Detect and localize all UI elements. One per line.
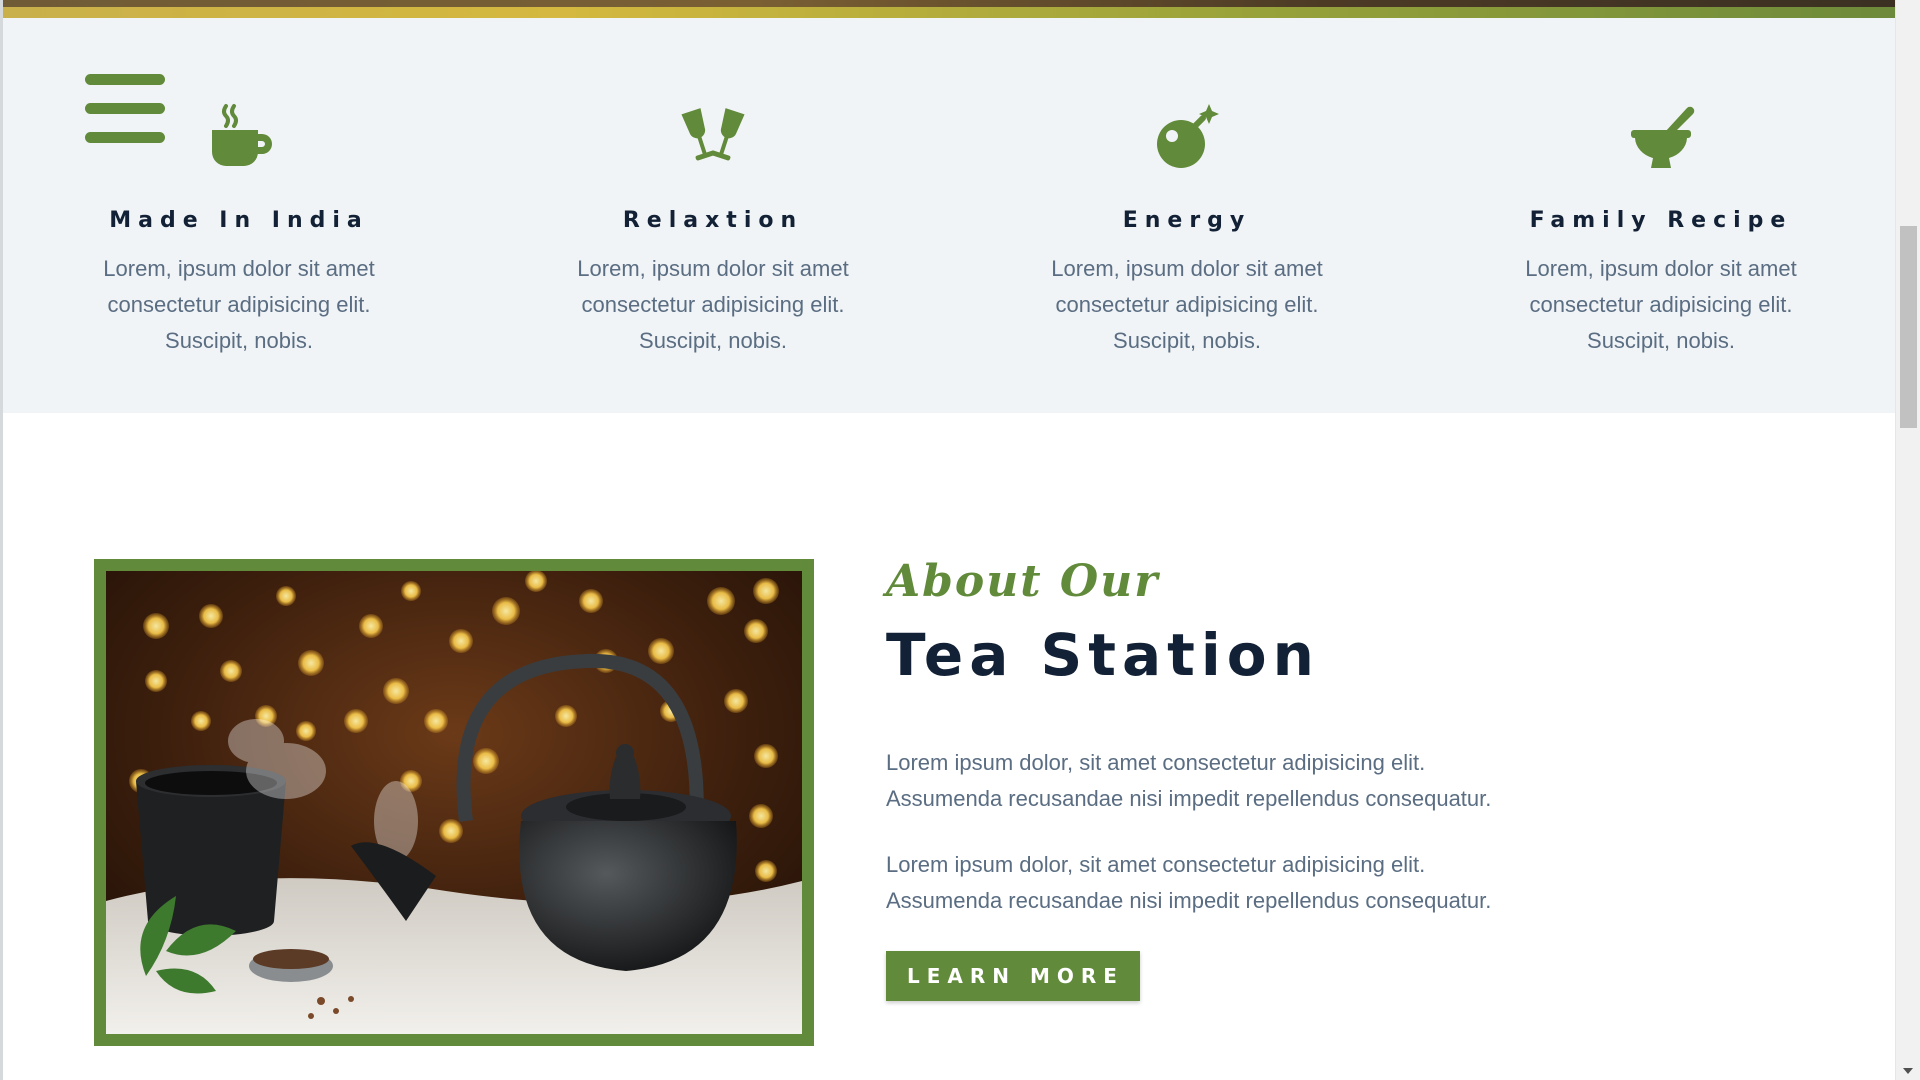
feature-title: Energy <box>1122 208 1252 233</box>
feature-card-family-recipe: Family Recipe Lorem, ipsum dolor sit ame… <box>1426 102 1896 359</box>
about-paragraph: Lorem ipsum dolor, sit amet consectetur … <box>886 852 1492 913</box>
mortar-pestle-icon <box>1631 106 1695 168</box>
feature-title: Family Recipe <box>1529 208 1793 233</box>
coffee-cup-icon <box>212 104 272 166</box>
feature-description: Lorem, ipsum dolor sit amet consectetur … <box>1525 256 1797 353</box>
about-paragraph: Lorem ipsum dolor, sit amet consectetur … <box>886 750 1492 811</box>
feature-title: Made In India <box>109 208 369 233</box>
about-section: About Our Tea Station Lorem ipsum dolor,… <box>886 556 1586 1001</box>
feature-description: Lorem, ipsum dolor sit amet consectetur … <box>103 256 375 353</box>
feature-card-made-in-india: Made In India Lorem, ipsum dolor sit ame… <box>4 102 474 359</box>
feature-description: Lorem, ipsum dolor sit amet consectetur … <box>577 256 849 353</box>
about-image-frame <box>94 559 814 1046</box>
hero-image-bottom-edge <box>0 0 1895 18</box>
feature-title: Relaxtion <box>622 208 804 233</box>
vertical-scrollbar[interactable] <box>1895 0 1920 1080</box>
hamburger-menu-icon-bar-top <box>85 74 165 85</box>
scrollbar-thumb[interactable] <box>1900 226 1917 428</box>
feature-card-relaxation: Relaxtion Lorem, ipsum dolor sit amet co… <box>478 102 948 359</box>
learn-more-button[interactable]: LEARN MORE <box>886 951 1140 1001</box>
bomb-icon <box>1157 104 1219 168</box>
features-section: Made In India Lorem, ipsum dolor sit ame… <box>3 18 1895 413</box>
teapot-and-cup-photo <box>106 571 802 1034</box>
feature-description: Lorem, ipsum dolor sit amet consectetur … <box>1051 256 1323 353</box>
feature-card-energy: Energy Lorem, ipsum dolor sit amet conse… <box>952 102 1422 359</box>
hero-image-strip <box>0 0 1895 7</box>
scroll-down-arrow-icon[interactable] <box>1903 1068 1913 1074</box>
about-script-heading: About Our <box>886 556 1160 607</box>
about-title: Tea Station <box>886 621 1320 689</box>
toast-glasses-icon <box>681 108 745 161</box>
